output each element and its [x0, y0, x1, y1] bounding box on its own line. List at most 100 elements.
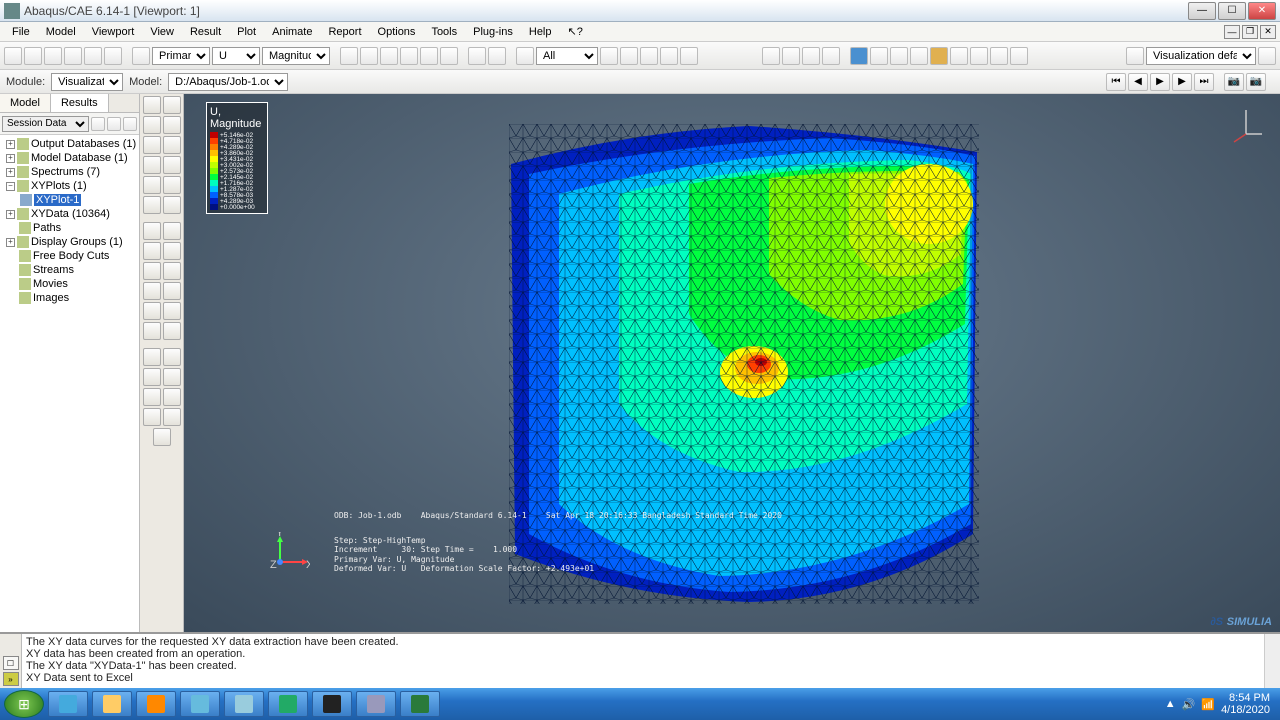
frame-first-button[interactable]: ⏮ [1106, 73, 1126, 91]
s5-button[interactable] [680, 47, 698, 65]
tree-images[interactable]: Images [2, 291, 137, 305]
fit-button[interactable] [420, 47, 438, 65]
tray-icon[interactable]: ▲ [1165, 698, 1176, 710]
tree-spectrums[interactable]: +Spectrums (7) [2, 165, 137, 179]
task-abaqus[interactable] [356, 691, 396, 717]
menu-tools[interactable]: Tools [423, 24, 465, 40]
frame-prev-button[interactable]: ◀ [1128, 73, 1148, 91]
message-log[interactable]: The XY data curves for the requested XY … [22, 634, 1280, 688]
viewport[interactable]: U, Magnitude +5.146e-02+4.718e-02+4.289e… [184, 94, 1280, 632]
tbx-30[interactable] [163, 388, 181, 406]
c4-button[interactable] [930, 47, 948, 65]
tbx-24[interactable] [163, 322, 181, 340]
tree-paths[interactable]: Paths [2, 221, 137, 235]
c3-button[interactable] [910, 47, 928, 65]
tab-model[interactable]: Model [0, 94, 51, 112]
task-ie[interactable] [48, 691, 88, 717]
tbx-14[interactable] [163, 222, 181, 240]
component-select[interactable]: Magnitude [262, 47, 330, 65]
tree-output-databases[interactable]: +Output Databases (1) [2, 137, 137, 151]
tray-clock[interactable]: 8:54 PM 4/18/2020 [1221, 692, 1270, 716]
redo-button[interactable] [970, 47, 988, 65]
tree-btn1[interactable] [91, 117, 105, 131]
tree-display-groups[interactable]: +Display Groups (1) [2, 235, 137, 249]
close-button[interactable]: ✕ [1248, 2, 1276, 20]
tbx-17[interactable] [143, 262, 161, 280]
tbx-19[interactable] [143, 282, 161, 300]
select-arrow-button[interactable] [516, 47, 534, 65]
task-app1[interactable] [224, 691, 264, 717]
tree-model-database[interactable]: +Model Database (1) [2, 151, 137, 165]
menu-animate[interactable]: Animate [264, 24, 320, 40]
mdi-restore-button[interactable]: ❐ [1242, 25, 1258, 39]
v3-button[interactable] [802, 47, 820, 65]
tree-movies[interactable]: Movies [2, 277, 137, 291]
msg-tab-2[interactable]: » [3, 672, 19, 686]
tbx-3[interactable] [143, 116, 161, 134]
vis-defaults-select[interactable]: Visualization defaults [1146, 47, 1256, 65]
vis-opt-button[interactable] [1258, 47, 1276, 65]
tbx-8[interactable] [163, 156, 181, 174]
t1-button[interactable] [468, 47, 486, 65]
undo-button[interactable] [950, 47, 968, 65]
tbx-20[interactable] [163, 282, 181, 300]
task-excel[interactable] [400, 691, 440, 717]
s3-button[interactable] [640, 47, 658, 65]
camera2-icon[interactable]: 📷 [1246, 73, 1266, 91]
task-app2[interactable] [268, 691, 308, 717]
maximize-button[interactable]: ☐ [1218, 2, 1246, 20]
tbx-5[interactable] [143, 136, 161, 154]
tbx-28[interactable] [163, 368, 181, 386]
menu-plot[interactable]: Plot [229, 24, 264, 40]
scrollbar[interactable] [1264, 634, 1280, 688]
tbx-32[interactable] [163, 408, 181, 426]
cycle-button[interactable] [440, 47, 458, 65]
rotate-button[interactable] [360, 47, 378, 65]
tbx-23[interactable] [143, 322, 161, 340]
tbx-31[interactable] [143, 408, 161, 426]
menu-help[interactable]: Help [521, 24, 560, 40]
tbx-12[interactable] [163, 196, 181, 214]
session-data-select[interactable]: Session Data [2, 116, 89, 132]
boxzoom-button[interactable] [400, 47, 418, 65]
tree-xyplots[interactable]: −XYPlots (1) [2, 179, 137, 193]
new-button[interactable] [4, 47, 22, 65]
tbx-7[interactable] [143, 156, 161, 174]
tbx-2[interactable] [163, 96, 181, 114]
menu-file[interactable]: File [4, 24, 38, 40]
menu-model[interactable]: Model [38, 24, 84, 40]
menu-report[interactable]: Report [320, 24, 369, 40]
task-browser[interactable] [180, 691, 220, 717]
t2-button[interactable] [488, 47, 506, 65]
frame-play-button[interactable]: ▶ [1150, 73, 1170, 91]
v4-button[interactable] [822, 47, 840, 65]
tbx-9[interactable] [143, 176, 161, 194]
menu-view[interactable]: View [142, 24, 182, 40]
c1-button[interactable] [870, 47, 888, 65]
tbx-16[interactable] [163, 242, 181, 260]
print2-button[interactable] [84, 47, 102, 65]
tbx-18[interactable] [163, 262, 181, 280]
tbx-26[interactable] [163, 348, 181, 366]
tbx-13[interactable] [143, 222, 161, 240]
msg-tab-1[interactable]: ☐ [3, 656, 19, 670]
tray-network-icon[interactable]: 📶 [1201, 698, 1215, 711]
tbx-21[interactable] [143, 302, 161, 320]
frame-last-button[interactable]: ⏭ [1194, 73, 1214, 91]
v1-button[interactable] [762, 47, 780, 65]
tree-xydata[interactable]: +XYData (10364) [2, 207, 137, 221]
model-select[interactable]: D:/Abaqus/Job-1.odb [168, 73, 288, 91]
g1-button[interactable] [990, 47, 1008, 65]
tree-xyplot-1[interactable]: XYPlot-1 [2, 193, 137, 207]
tbx-27[interactable] [143, 368, 161, 386]
tbx-25[interactable] [143, 348, 161, 366]
menu-plugins[interactable]: Plug-ins [465, 24, 521, 40]
frame-next-button[interactable]: ▶ [1172, 73, 1192, 91]
tbx-22[interactable] [163, 302, 181, 320]
g2-button[interactable] [1010, 47, 1028, 65]
field-output-icon[interactable] [132, 47, 150, 65]
task-terminal[interactable] [312, 691, 352, 717]
save-button[interactable] [44, 47, 62, 65]
start-button[interactable]: ⊞ [4, 690, 44, 718]
open-button[interactable] [24, 47, 42, 65]
